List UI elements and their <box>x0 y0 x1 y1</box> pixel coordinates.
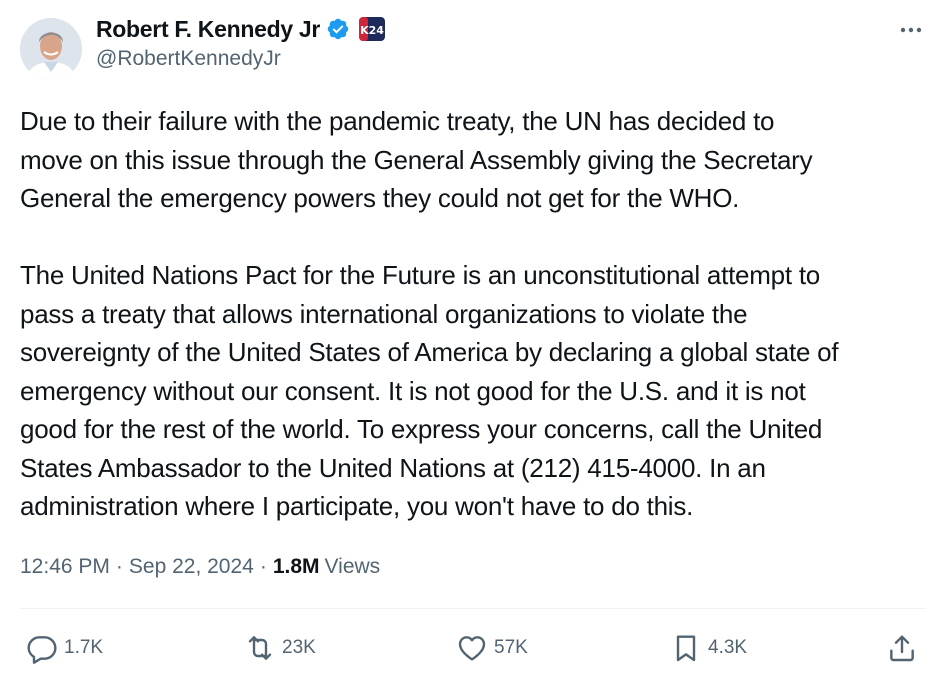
like-count: 57K <box>494 637 528 658</box>
tweet-text: Due to their failure with the pandemic t… <box>20 106 839 521</box>
views-label[interactable]: Views <box>325 555 381 579</box>
affiliation-badge-icon[interactable]: K24 <box>359 17 386 41</box>
repost-icon <box>248 636 272 660</box>
tweet-time[interactable]: 12:46 PM <box>20 555 110 579</box>
tweet-meta: 12:46 PM · Sep 22, 2024 · 1.8M Views <box>20 552 380 582</box>
meta-separator: · <box>115 555 123 578</box>
divider <box>20 608 926 609</box>
like-icon <box>458 636 486 661</box>
share-button[interactable] <box>886 628 918 668</box>
affiliation-badge-text: K24 <box>360 24 384 37</box>
more-icon[interactable] <box>896 20 926 40</box>
repost-button[interactable]: 23K <box>244 628 316 668</box>
like-button[interactable]: 57K <box>456 628 528 668</box>
name-row: Robert F. Kennedy Jr K24 <box>96 14 386 44</box>
reply-button[interactable]: 1.7K <box>26 628 103 668</box>
action-bar: 1.7K 23K 57K 4.3K <box>0 628 934 668</box>
reply-icon <box>27 636 57 664</box>
views-count[interactable]: 1.8M <box>273 555 320 579</box>
reply-count: 1.7K <box>64 637 104 658</box>
bookmark-icon <box>676 635 696 662</box>
verified-icon[interactable] <box>326 17 350 41</box>
handle[interactable]: @RobertKennedyJr <box>96 47 385 71</box>
display-name[interactable]: Robert F. Kennedy Jr <box>96 16 320 43</box>
meta-separator: · <box>259 555 267 578</box>
bookmark-button[interactable]: 4.3K <box>670 628 747 668</box>
author-block: Robert F. Kennedy Jr K24 @RobertKennedyJ… <box>96 14 386 71</box>
tweet-date[interactable]: Sep 22, 2024 <box>129 555 254 579</box>
bookmark-count: 4.3K <box>708 637 748 658</box>
share-icon <box>890 635 914 662</box>
repost-count: 23K <box>282 637 316 658</box>
avatar[interactable] <box>20 18 82 80</box>
